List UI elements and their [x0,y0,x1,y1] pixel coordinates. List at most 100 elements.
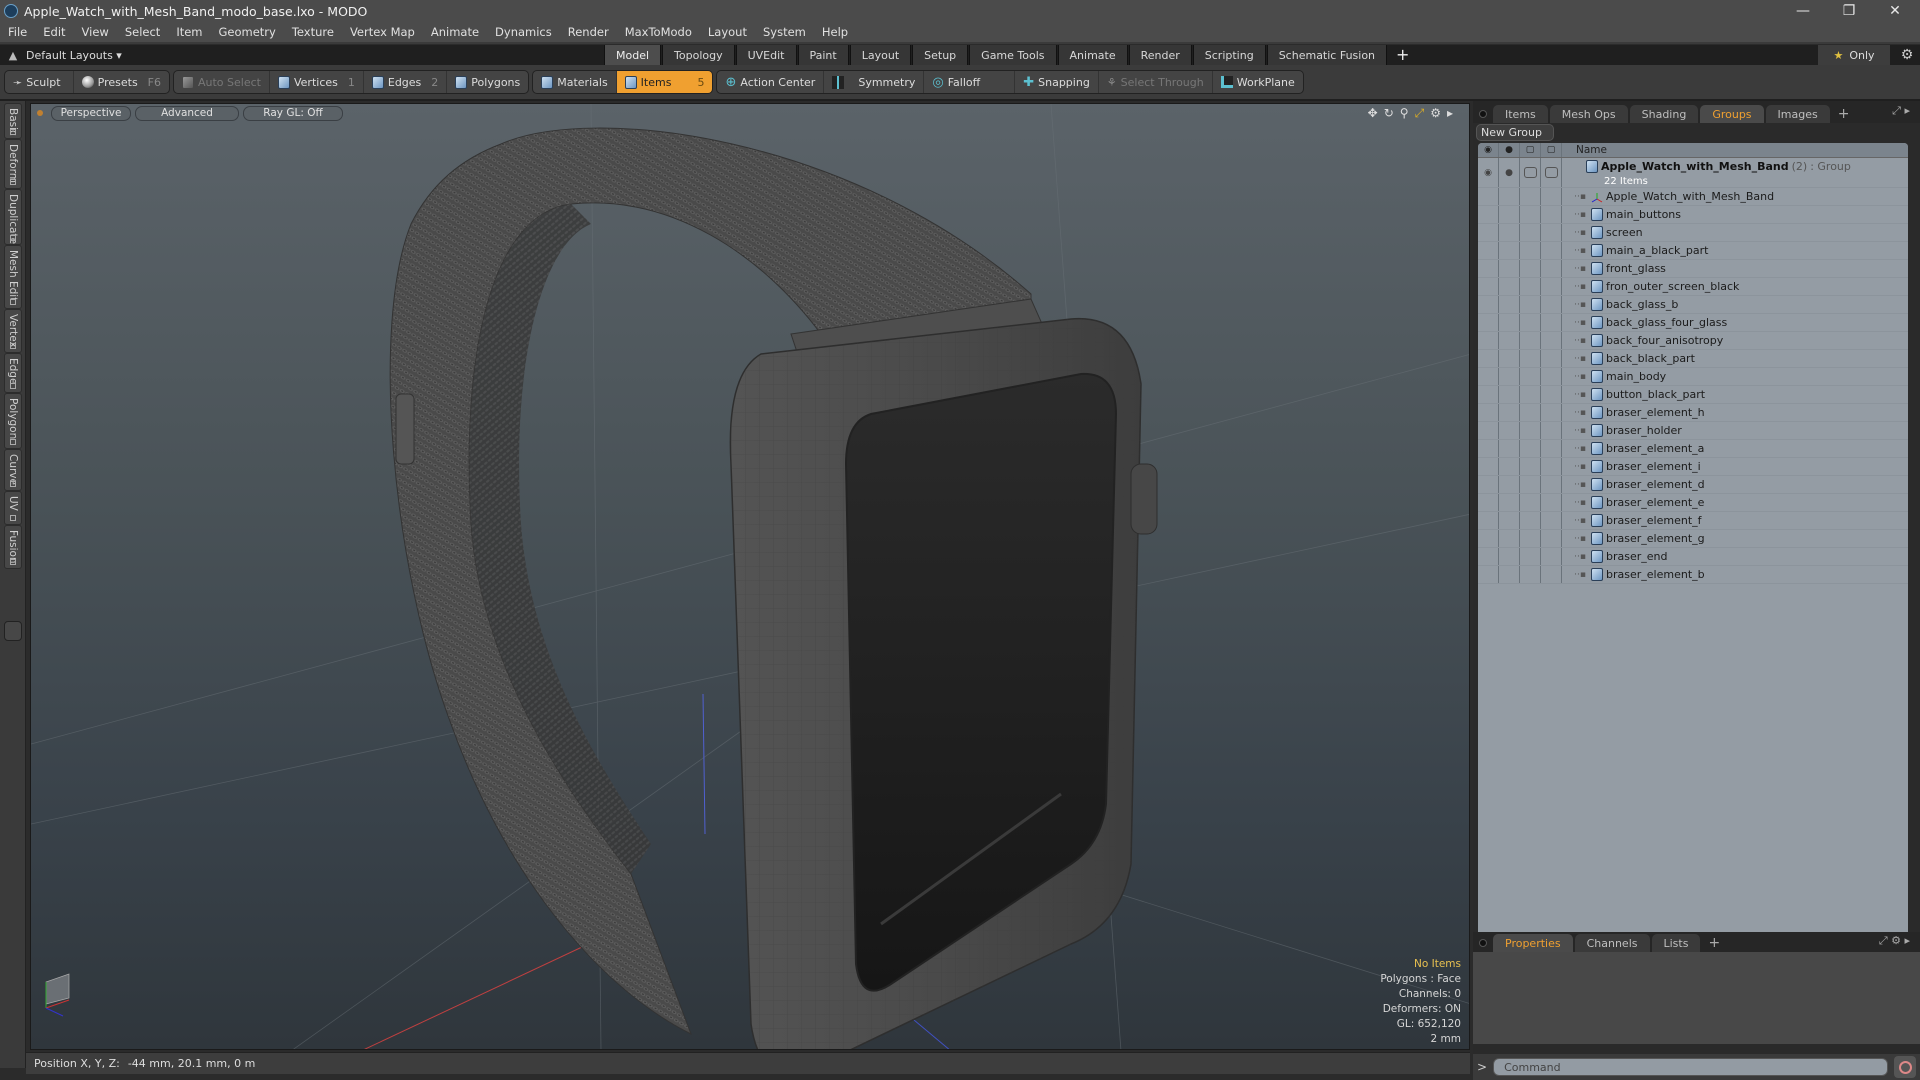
group-item-row[interactable]: ··▪ braser_element_h [1478,404,1908,422]
polygons-button[interactable]: Polygons [447,71,528,93]
tab-animate[interactable]: Animate [1057,45,1128,65]
fit-icon[interactable]: ⤢ [1415,106,1425,121]
panel-tab-items[interactable]: Items [1493,105,1548,123]
select-through-button[interactable]: ⚘ Select Through [1099,71,1213,93]
menu-geometry[interactable]: Geometry [211,25,284,39]
menu-texture[interactable]: Texture [284,25,342,39]
new-group-button[interactable]: New Group [1476,124,1554,141]
side-tab-uv[interactable]: UV [4,491,22,525]
auto-select-button[interactable]: Auto Select [174,71,270,93]
panel-tab-groups[interactable]: Groups [1700,105,1764,123]
group-item-row[interactable]: ··▪ back_black_part [1478,350,1908,368]
viewport-menu-arrow-icon[interactable]: ▸ [1447,106,1453,121]
materials-button[interactable]: Materials [533,71,617,93]
panel-tab-shading[interactable]: Shading [1629,105,1699,123]
side-tab-edge[interactable]: Edge [4,353,22,393]
group-item-row[interactable]: ··▪ braser_end [1478,548,1908,566]
close-icon[interactable]: ✕ [1872,0,1918,22]
edges-button[interactable]: Edges 2 [364,71,448,93]
only-button[interactable]: ★ Only [1818,45,1890,65]
group-item-row[interactable]: ··▪ braser_element_g [1478,530,1908,548]
menu-edit[interactable]: Edit [35,25,73,39]
select-column-icon[interactable]: ▢ [1541,143,1562,157]
falloff-button[interactable]: ◎ Falloff [924,71,1016,93]
vertices-button[interactable]: Vertices 1 [270,71,364,93]
viewport-settings-icon[interactable]: ⚙ [1430,106,1441,121]
bottom-tab-channels[interactable]: Channels [1574,934,1650,952]
render-column-icon[interactable]: ● [1499,143,1520,157]
side-tab-extra-button[interactable] [4,621,22,641]
items-button[interactable]: Items 5 [616,71,713,93]
tab-model[interactable]: Model [604,45,662,65]
group-item-row[interactable]: ··▪ back_glass_b [1478,296,1908,314]
presets-button[interactable]: Presets F6 [74,71,169,93]
group-item-row[interactable]: ··▪ braser_element_a [1478,440,1908,458]
visibility-column-icon[interactable]: ◉ [1478,143,1499,157]
add-panel-tab-icon[interactable]: + [1832,105,1856,123]
menu-layout[interactable]: Layout [700,25,755,39]
command-input[interactable]: Command [1493,1058,1889,1076]
name-column-header[interactable]: Name [1562,144,1607,156]
tab-scripting[interactable]: Scripting [1192,45,1266,65]
snapping-button[interactable]: ✚ Snapping [1015,71,1099,93]
command-history-button[interactable] [1894,1056,1917,1078]
tab-render[interactable]: Render [1128,45,1192,65]
group-item-row[interactable]: ··▪ main_body [1478,368,1908,386]
tab-schematic-fusion[interactable]: Schematic Fusion [1266,45,1388,65]
panel-tab-images[interactable]: Images [1765,105,1830,123]
rotate-icon[interactable]: ↻ [1384,106,1394,121]
layouts-dropdown[interactable]: Default Layouts ▾ [26,49,122,62]
group-item-row[interactable]: ··▪ braser_element_d [1478,476,1908,494]
visibility-toggle[interactable]: ◉ [1478,158,1499,187]
group-item-row[interactable]: ··▪ button_black_part [1478,386,1908,404]
menu-render[interactable]: Render [560,25,617,39]
add-tab-icon[interactable]: + [1388,45,1417,65]
menu-select[interactable]: Select [117,25,168,39]
workplane-button[interactable]: WorkPlane [1213,71,1303,93]
gear-icon[interactable]: ⚙ [1894,45,1920,65]
zoom-icon[interactable]: ⚲ [1400,106,1409,121]
minimize-icon[interactable]: — [1780,0,1826,22]
panel-options-dot[interactable] [1479,110,1487,118]
render-toggle[interactable]: ● [1499,158,1520,187]
tab-game-tools[interactable]: Game Tools [969,45,1057,65]
tab-layout[interactable]: Layout [849,45,912,65]
symmetry-button[interactable]: Symmetry [824,71,925,93]
group-item-row[interactable]: ··▪ braser_holder [1478,422,1908,440]
menu-dynamics[interactable]: Dynamics [487,25,560,39]
menu-view[interactable]: View [74,25,117,39]
side-tab-basic[interactable]: Basic [4,103,22,139]
properties-options-dot[interactable] [1479,939,1487,947]
group-item-row[interactable]: ··▪ Apple_Watch_with_Mesh_Band [1478,188,1908,206]
expand-panel-icon[interactable]: ⤢ ▸ [1892,104,1910,118]
sculpt-button[interactable]: ➛ Sculpt [5,71,74,93]
side-tab-fusion[interactable]: Fusion [4,525,22,569]
panel-tab-mesh-ops[interactable]: Mesh Ops [1549,105,1628,123]
bottom-tab-lists[interactable]: Lists [1651,934,1701,952]
group-item-row[interactable]: ··▪ main_buttons [1478,206,1908,224]
side-tab-deform[interactable]: Deform [4,139,22,189]
menu-system[interactable]: System [755,25,814,39]
group-item-row[interactable]: ··▪ front_glass [1478,260,1908,278]
bottom-tab-properties[interactable]: Properties [1493,934,1573,952]
group-item-row[interactable]: ··▪ braser_element_b [1478,566,1908,584]
menu-help[interactable]: Help [814,25,856,39]
view-mode-dropdown[interactable]: Perspective [51,105,131,121]
tab-setup[interactable]: Setup [912,45,969,65]
group-row[interactable]: ◉ ● Apple_Watch_with_Mesh_Band (2) : Gro… [1478,158,1908,188]
pan-icon[interactable]: ✥ [1368,106,1378,121]
group-item-row[interactable]: ··▪ back_glass_four_glass [1478,314,1908,332]
add-bottom-tab-icon[interactable]: + [1702,934,1726,952]
shading-dropdown[interactable]: Advanced [135,105,239,121]
menu-vertex-map[interactable]: Vertex Map [342,25,423,39]
menu-animate[interactable]: Animate [423,25,487,39]
group-item-row[interactable]: ··▪ back_four_anisotropy [1478,332,1908,350]
side-tab-polygon[interactable]: Polygon [4,393,22,449]
restore-icon[interactable]: ❐ [1826,0,1872,22]
lock-column-icon[interactable]: ▢ [1520,143,1541,157]
group-item-row[interactable]: ··▪ fron_outer_screen_black [1478,278,1908,296]
properties-expand-icon[interactable]: ⤢ ⚙ ▸ [1879,934,1910,948]
tab-paint[interactable]: Paint [797,45,849,65]
group-item-row[interactable]: ··▪ main_a_black_part [1478,242,1908,260]
group-item-row[interactable]: ··▪ braser_element_i [1478,458,1908,476]
